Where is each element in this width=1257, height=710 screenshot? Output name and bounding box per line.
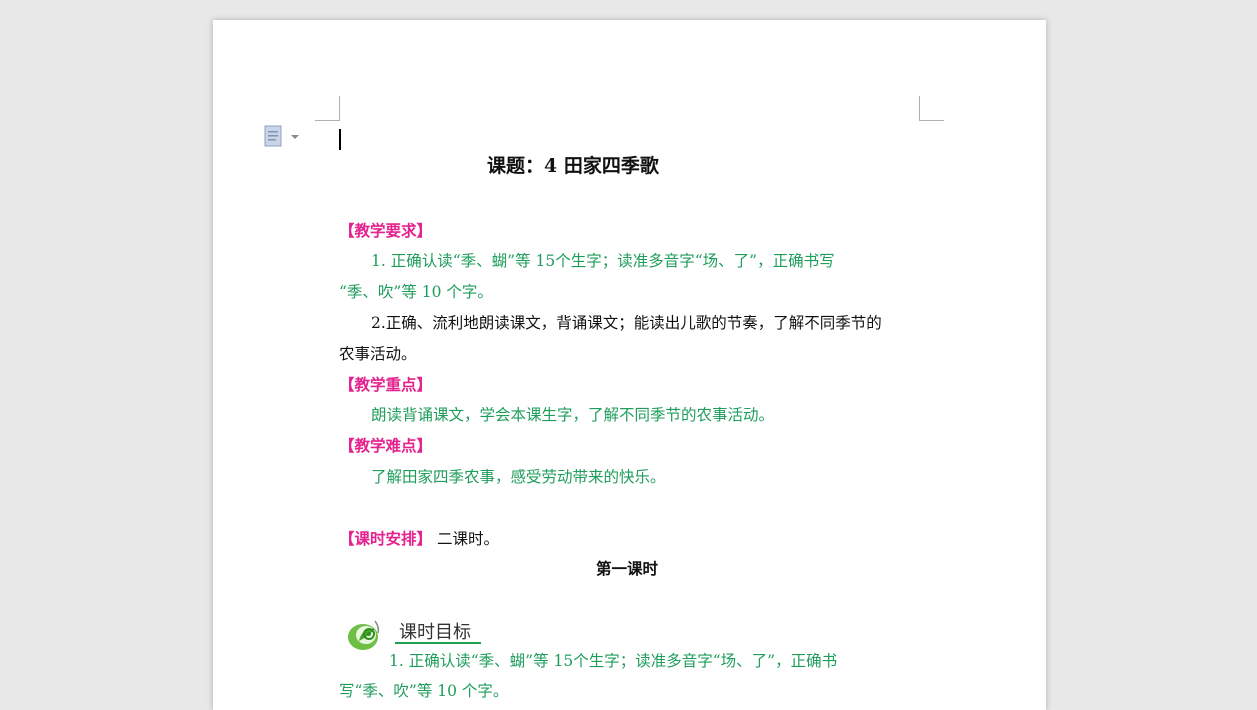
class-schedule-text: 二课时。 [436, 530, 499, 548]
objective-header: 课时目标 [345, 613, 495, 653]
text-cursor [339, 129, 341, 150]
document-page: 课题：4 田家四季歌 【教学要求】 1. 正确认读“季、蝴”等 15个生字；读准… [213, 20, 1046, 710]
heading-teaching-difficulty: 【教学难点】 [339, 436, 433, 455]
requirement-1-line-2: “季、吹”等 10 个字。 [339, 283, 493, 301]
leaf-badge-icon [348, 620, 380, 650]
heading-class-schedule: 【课时安排】 [339, 529, 433, 548]
requirement-2-line-2: 农事活动。 [339, 345, 417, 363]
objective-label: 课时目标 [399, 622, 471, 643]
heading-teaching-focus: 【教学重点】 [339, 375, 433, 394]
objective-1-line-1: 1. 正确认读“季、蝴”等 15个生字；读准多音字“场、了”，正确书 [389, 652, 838, 670]
paste-options-icon[interactable] [263, 125, 303, 149]
teaching-focus-text: 朗读背诵课文，学会本课生字，了解不同季节的农事活动。 [371, 406, 775, 424]
teaching-difficulty-text: 了解田家四季农事，感受劳动带来的快乐。 [371, 468, 666, 486]
margin-corner-top-left [315, 96, 340, 121]
requirement-2-line-1: 2.正确、流利地朗读课文，背诵课文；能读出儿歌的节奏，了解不同季节的 [371, 314, 882, 332]
objective-underline [395, 642, 481, 644]
page-title: 课题：4 田家四季歌 [487, 155, 659, 177]
requirement-1-line-1: 1. 正确认读“季、蝴”等 15个生字；读准多音字“场、了”，正确书写 [371, 252, 835, 270]
objective-1-line-2: 写“季、吹”等 10 个字。 [339, 682, 509, 700]
lesson-title: 第一课时 [596, 559, 659, 578]
margin-corner-top-right [919, 96, 944, 121]
heading-teaching-requirements: 【教学要求】 [339, 221, 433, 240]
class-schedule-line: 【课时安排】 二课时。 [339, 528, 499, 550]
